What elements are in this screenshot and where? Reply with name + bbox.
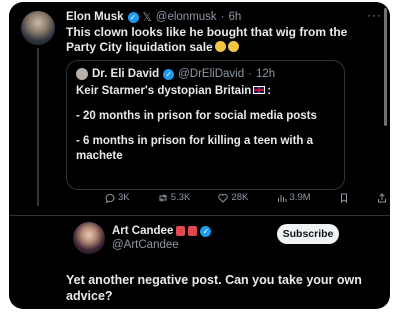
author-handle[interactable]: @elonmusk (156, 11, 217, 23)
dot-separator: · (248, 68, 252, 80)
share-icon (377, 192, 386, 202)
quoted-author-name: Dr. Eli David (92, 68, 160, 80)
reply-icon (105, 193, 115, 203)
verified-badge-icon: ✓ (127, 11, 139, 23)
bookmark-icon (340, 193, 347, 203)
quoted-post-card[interactable]: Dr. Eli David ✓ @DrEliDavid · 12h Keir S… (66, 60, 345, 190)
share-button[interactable] (377, 192, 387, 203)
post-text: This clown looks like he bought that wig… (66, 25, 380, 55)
quoted-author-handle: @DrEliDavid (178, 68, 245, 80)
like-button[interactable]: 28K (218, 192, 248, 203)
repost-button[interactable]: 5.3K (158, 192, 191, 203)
more-options-icon[interactable]: ··· (367, 8, 382, 22)
verified-badge-icon: ✓ (163, 68, 175, 80)
bookmark-button[interactable] (339, 193, 349, 203)
quoted-post-text: Keir Starmer's dystopian Britain: - 20 m… (76, 84, 338, 164)
elon-musk-avatar[interactable] (21, 11, 55, 45)
views-button[interactable]: 3.9M (277, 192, 311, 203)
x-logo-icon: 𝕏 (142, 12, 152, 24)
laughing-emoji-icon-2 (227, 41, 239, 52)
laughing-emoji-icon (214, 41, 226, 52)
repost-icon (159, 193, 167, 202)
reply-button[interactable]: 3K (105, 192, 130, 203)
verified-badge-icon: ✓ (200, 225, 212, 237)
quoted-line-2: - 20 months in prison for social media p… (76, 110, 317, 122)
views-icon (277, 194, 287, 202)
dr-eli-david-avatar (76, 68, 88, 80)
quoted-line-3: - 6 months in prison for killing a teen … (76, 135, 314, 162)
reply-author-handle[interactable]: @ArtCandee (112, 239, 211, 251)
main-post-header: Elon Musk ✓ 𝕏 @elonmusk · 6h (66, 10, 380, 24)
likes-count: 28K (231, 192, 249, 203)
popcorn-emoji-icon (176, 226, 186, 236)
reply-header: Art Candee ✓ @ArtCandee (112, 225, 212, 251)
reply-text: Yet another negative post. Can you take … (66, 273, 362, 303)
quoted-line-1: Keir Starmer's dystopian Britain (76, 85, 252, 97)
main-post: Elon Musk ✓ 𝕏 @elonmusk · 6h This clown … (66, 10, 380, 55)
scrollbar[interactable] (384, 8, 387, 126)
quoted-post-header: Dr. Eli David ✓ @DrEliDavid · 12h (76, 68, 338, 80)
post-text-content: This clown looks like he bought that wig… (66, 25, 348, 54)
post-actions-bar: 3K 5.3K 28K 3.9M (105, 192, 387, 203)
views-count: 3.9M (289, 192, 311, 203)
thread-line (37, 48, 39, 206)
cup-emoji-icon (188, 226, 198, 236)
reposts-count: 5.3K (170, 192, 191, 203)
reply-divider (9, 215, 390, 216)
quoted-post-time: 12h (255, 68, 276, 80)
uk-flag-icon (253, 86, 266, 94)
subscribe-button[interactable]: Subscribe (277, 224, 339, 244)
quoted-line-1-suffix: : (267, 85, 272, 97)
art-candee-avatar[interactable] (73, 222, 105, 254)
replies-count: 3K (118, 192, 130, 203)
post-time[interactable]: 6h (229, 11, 242, 23)
heart-icon (218, 193, 229, 203)
dot-separator: · (220, 11, 225, 23)
reply-author-name[interactable]: Art Candee (112, 225, 173, 237)
tweet-thread-frame: Elon Musk ✓ 𝕏 @elonmusk · 6h This clown … (9, 2, 390, 309)
author-name[interactable]: Elon Musk (66, 11, 124, 23)
